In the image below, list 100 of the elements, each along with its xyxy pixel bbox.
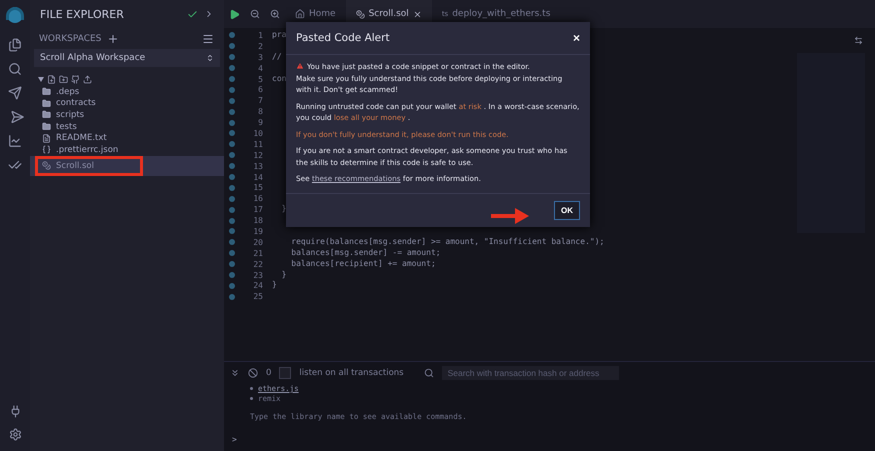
dialog-title: Pasted Code Alert — [296, 32, 390, 44]
breakpoint-dot — [229, 152, 235, 158]
caret-icon[interactable] — [38, 77, 44, 82]
folder-icon — [42, 87, 51, 96]
file-tree-item[interactable]: README.txt — [30, 132, 224, 144]
file-tree-item[interactable]: Scroll.sol — [30, 156, 224, 176]
chevrons-icon — [206, 54, 214, 62]
chart-icon[interactable] — [8, 134, 22, 148]
line-number: 19 — [252, 226, 263, 236]
section-label: WORKSPACES — [39, 34, 102, 44]
line-number: 21 — [252, 248, 263, 258]
breakpoint-dot — [229, 206, 235, 213]
line-number: 20 — [252, 238, 263, 247]
settings-icon[interactable] — [8, 428, 22, 441]
panel-title: FILE EXPLORER — [40, 8, 124, 21]
new-file-icon[interactable] — [47, 75, 56, 84]
bullet-icon — [250, 387, 253, 390]
breakpoint-dot — [229, 174, 235, 180]
code-line: } — [280, 270, 286, 280]
file-tree-item[interactable]: contracts — [30, 98, 224, 110]
line-number: 17 — [252, 205, 263, 214]
search-icon — [424, 368, 434, 378]
code-line: require(balances[msg.sender] >= amount, "Insufficient balance."); — [290, 236, 604, 248]
pending-count: 0 — [266, 368, 272, 378]
folder-icon — [42, 98, 51, 108]
zoom-out-icon[interactable] — [250, 9, 260, 19]
close-icon[interactable] — [412, 10, 422, 18]
line-number: 14 — [252, 172, 263, 182]
line-number: 22 — [252, 260, 263, 269]
line-number: 8 — [257, 107, 263, 116]
breakpoint-dot — [229, 120, 235, 126]
line-number: 23 — [252, 270, 263, 280]
new-folder-icon[interactable] — [59, 75, 68, 84]
line-number: 3 — [257, 52, 263, 62]
line-number: 11 — [252, 140, 263, 149]
breakpoint-dot — [229, 163, 235, 170]
code-line: balances[recipient] += amount; — [290, 258, 436, 270]
zoom-in-icon[interactable] — [270, 9, 280, 19]
folder-icon — [42, 110, 51, 120]
file-tree-item[interactable]: tests — [30, 120, 224, 132]
code-line: pra — [272, 30, 286, 41]
warning-icon — [296, 62, 304, 70]
breakpoint-dot — [229, 98, 235, 104]
code-line: con — [272, 74, 286, 84]
file-tree-item[interactable]: scripts — [30, 109, 224, 121]
breakpoint-dot — [229, 218, 235, 224]
breakpoint-dot — [229, 32, 235, 38]
line-number: 2 — [257, 42, 263, 51]
line-number: 18 — [252, 216, 263, 226]
search-field[interactable]: Search with transaction hash or address — [442, 366, 619, 380]
listen-checkbox[interactable] — [279, 367, 292, 379]
collapse-icon[interactable] — [230, 368, 240, 378]
expand-icon[interactable] — [854, 36, 863, 45]
upload-icon[interactable] — [83, 75, 92, 84]
files-icon[interactable] — [8, 38, 22, 52]
breakpoint-dot — [229, 250, 235, 256]
menu-icon[interactable] — [202, 33, 214, 45]
line-number: 16 — [252, 194, 263, 204]
line-number: 7 — [257, 96, 263, 106]
braces-icon — [42, 145, 51, 154]
terminal-prompt: > — [231, 434, 238, 444]
close-button[interactable]: × — [572, 31, 580, 45]
breakpoint-dot — [229, 239, 235, 246]
line-number: 12 — [252, 150, 263, 160]
file-tree-item[interactable]: .prettierrc.json — [30, 144, 224, 156]
pointer-arrow — [491, 207, 529, 225]
breakpoint-dot — [229, 294, 235, 300]
line-number: 15 — [252, 183, 263, 192]
line-number: 5 — [257, 74, 263, 84]
run-icon[interactable] — [229, 8, 240, 20]
check-icon[interactable] — [187, 9, 198, 20]
file-icon — [42, 134, 51, 143]
bullet-icon — [250, 397, 253, 400]
breakpoint-dot — [229, 86, 235, 93]
line-number: 6 — [257, 85, 263, 94]
breakpoint-dot — [229, 76, 235, 82]
line-number: 9 — [257, 118, 263, 128]
home-icon — [295, 9, 305, 19]
github-icon[interactable] — [71, 75, 80, 84]
breakpoint-dot — [229, 261, 235, 268]
breakpoint-dot — [229, 228, 235, 234]
clear-icon[interactable] — [248, 368, 258, 378]
file-name: Scroll.sol — [56, 160, 94, 171]
line-number: 13 — [252, 162, 263, 171]
breakpoint-dot — [229, 196, 235, 202]
editor-tab[interactable]: Home — [285, 0, 346, 28]
ok-button[interactable]: OK — [554, 200, 580, 220]
workspace-select[interactable]: Scroll Alpha Workspace — [34, 49, 220, 67]
breakpoint-dot — [229, 272, 235, 278]
plug-icon[interactable] — [8, 405, 22, 418]
line-number: 4 — [257, 64, 263, 73]
code-line: } — [272, 280, 277, 292]
folder-icon — [42, 122, 51, 132]
breakpoint-dot — [229, 184, 235, 191]
search-icon[interactable] — [8, 62, 22, 76]
breakpoint-dot — [229, 43, 235, 50]
plus-icon[interactable] — [107, 33, 120, 45]
file-tree-item[interactable]: .deps — [30, 86, 224, 98]
breakpoint-dot — [229, 65, 235, 72]
double-check-icon[interactable] — [8, 158, 22, 172]
